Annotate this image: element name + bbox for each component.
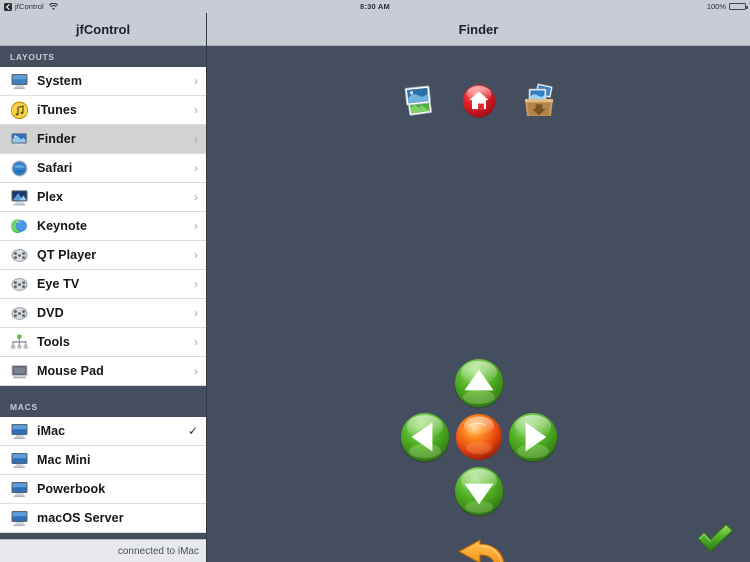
sidebar-item-label: Mouse Pad (37, 364, 104, 378)
sidebar-item-label: iMac (37, 424, 66, 438)
downloads-box-icon (519, 80, 559, 122)
sidebar-item-label: Plex (37, 190, 64, 204)
main-title-bar: Finder (207, 13, 750, 46)
sidebar-item-keynote[interactable]: Keynote › (0, 212, 206, 241)
photos-icon (399, 82, 439, 120)
sidebar-item-finder[interactable]: Finder › (0, 125, 206, 154)
curved-back-arrow-icon (450, 538, 508, 562)
sidebar-item-label: System (37, 74, 83, 88)
sidebar-item-label: Powerbook (37, 482, 106, 496)
tools-icon (9, 332, 30, 353)
sidebar-item-eye-tv[interactable]: Eye TV › (0, 270, 206, 299)
dpad-down-button[interactable] (452, 464, 506, 518)
dpad-center-button[interactable] (452, 410, 506, 464)
battery-full-icon (729, 2, 748, 11)
main-split: jfControl LAYOUTS System › iTunes › Find… (0, 13, 750, 562)
imac-icon (9, 479, 30, 500)
sidebar-section-gap (0, 386, 206, 396)
sidebar-item-label: DVD (37, 306, 64, 320)
display-icon (9, 71, 30, 92)
sidebar-item-label: Tools (37, 335, 70, 349)
remote-canvas (207, 46, 750, 562)
sidebar-section-layouts: System › iTunes › Finder › Safari › Plex… (0, 67, 206, 386)
chevron-right-icon: › (194, 219, 198, 233)
chevron-right-icon: › (194, 364, 198, 378)
plex-icon (9, 187, 30, 208)
chevron-right-icon: › (194, 306, 198, 320)
sidebar-item-powerbook[interactable]: Powerbook (0, 475, 206, 504)
dpad-cluster (398, 356, 560, 518)
sidebar-item-tools[interactable]: Tools › (0, 328, 206, 357)
sidebar-item-imac[interactable]: iMac ✓ (0, 417, 206, 446)
sidebar-list[interactable]: LAYOUTS System › iTunes › Finder › Safar… (0, 46, 206, 539)
sidebar-item-label: Eye TV (37, 277, 80, 291)
sidebar-item-itunes[interactable]: iTunes › (0, 96, 206, 125)
sidebar-section-header-layouts: LAYOUTS (0, 46, 206, 67)
confirm-button[interactable] (694, 522, 736, 554)
sidebar-section-header-macs: MACS (0, 396, 206, 417)
sidebar-item-dvd[interactable]: DVD › (0, 299, 206, 328)
imac-icon (9, 421, 30, 442)
back-button[interactable] (450, 538, 508, 562)
film-reel-icon (9, 245, 30, 266)
mousepad-icon (9, 361, 30, 382)
film-reel-icon (9, 303, 30, 324)
sidebar-item-macos-server[interactable]: macOS Server (0, 504, 206, 533)
chevron-right-icon: › (194, 132, 198, 146)
downloads-shortcut[interactable] (518, 80, 560, 122)
sidebar-item-label: Keynote (37, 219, 88, 233)
sidebar-item-label: Safari (37, 161, 73, 175)
sidebar-item-qt-player[interactable]: QT Player › (0, 241, 206, 270)
dpad-up-button[interactable] (452, 356, 506, 410)
app-root: jfControl 8:30 AM 100% jfControl LAYOUTS… (0, 0, 750, 562)
film-reel-icon (9, 274, 30, 295)
dpad-left-button[interactable] (398, 410, 452, 464)
chevron-right-icon: › (194, 248, 198, 262)
imac-icon (9, 508, 30, 529)
sidebar-item-system[interactable]: System › (0, 67, 206, 96)
chevron-right-icon: › (194, 335, 198, 349)
status-bar-clock: 8:30 AM (360, 2, 390, 11)
itunes-icon (9, 100, 30, 121)
green-check-icon (694, 522, 736, 554)
main-panel: Finder (207, 13, 750, 562)
chevron-right-icon: › (194, 277, 198, 291)
sidebar-item-mouse-pad[interactable]: Mouse Pad › (0, 357, 206, 386)
chevron-right-icon: › (194, 103, 198, 117)
sidebar-item-label: QT Player (37, 248, 97, 262)
keynote-icon (9, 216, 30, 237)
sidebar-title: jfControl (0, 13, 206, 46)
status-bar: jfControl 8:30 AM 100% (0, 0, 750, 13)
sidebar-item-mac-mini[interactable]: Mac Mini (0, 446, 206, 475)
home-shortcut[interactable] (458, 80, 500, 122)
sidebar-item-label: macOS Server (37, 511, 124, 525)
home-icon (460, 82, 498, 120)
imac-icon (9, 450, 30, 471)
page-title: Finder (458, 21, 499, 37)
dpad-right-button[interactable] (506, 410, 560, 464)
shortcut-row (207, 80, 750, 122)
connection-status-bar: connected to iMac (0, 539, 206, 562)
chevron-right-icon: › (194, 161, 198, 175)
sidebar-item-plex[interactable]: Plex › (0, 183, 206, 212)
finder-icon (9, 129, 30, 150)
sidebar-item-safari[interactable]: Safari › (0, 154, 206, 183)
checkmark-icon: ✓ (187, 424, 198, 438)
sidebar-item-label: iTunes (37, 103, 77, 117)
chevron-right-icon: › (194, 74, 198, 88)
sidebar-item-label: Mac Mini (37, 453, 91, 467)
sidebar-item-label: Finder (37, 132, 76, 146)
safari-icon (9, 158, 30, 179)
sidebar-section-macs: iMac ✓ Mac Mini Powerbook macOS Server (0, 417, 206, 533)
pictures-shortcut[interactable] (398, 80, 440, 122)
connection-status-label: connected to iMac (117, 545, 199, 557)
sidebar: jfControl LAYOUTS System › iTunes › Find… (0, 13, 207, 562)
chevron-right-icon: › (194, 190, 198, 204)
